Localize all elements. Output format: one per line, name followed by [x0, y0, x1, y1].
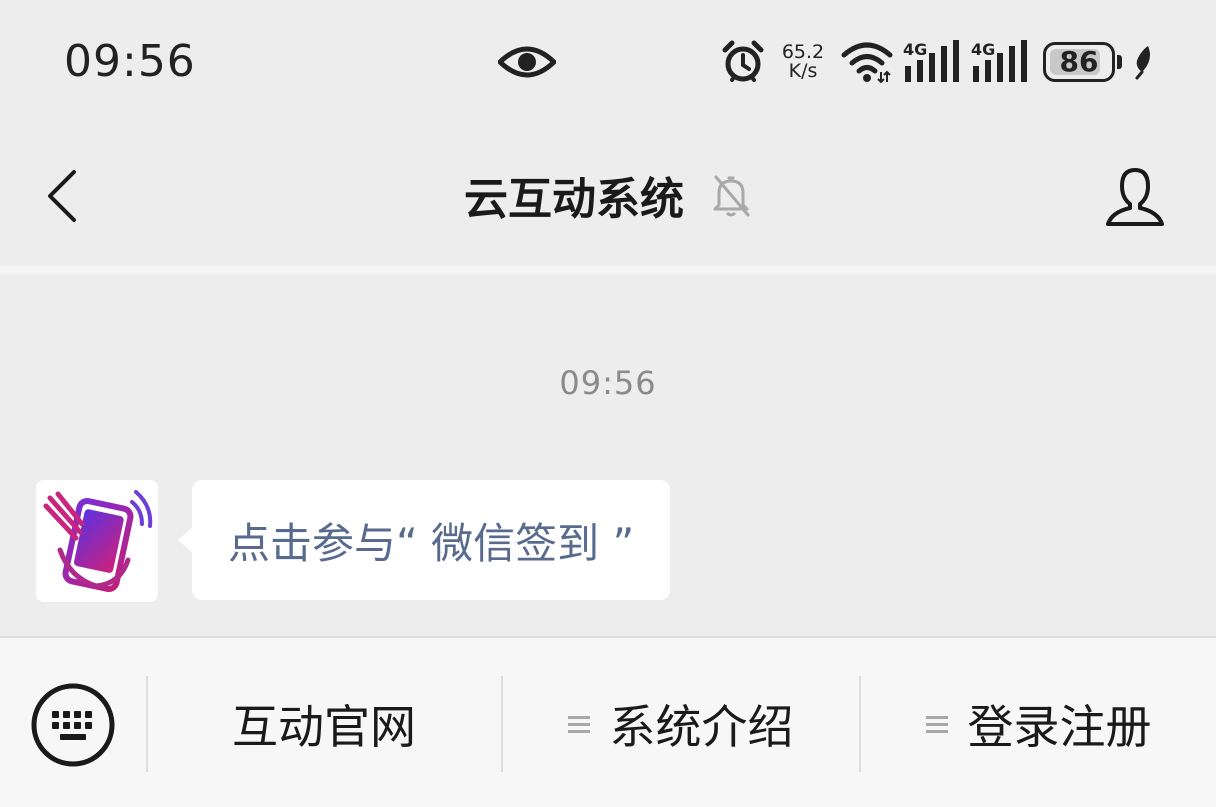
- battery-level: 86: [1059, 45, 1099, 78]
- status-icons: 65.2 K/s 4G 4G 86: [711, 36, 1154, 88]
- bottom-menu-bar: 互动官网 系统介绍 登录注册: [0, 636, 1216, 807]
- status-time: 09:56: [64, 36, 196, 87]
- chat-title: 云互动系统: [464, 174, 684, 225]
- mute-bell-icon: [713, 175, 750, 217]
- nav-title-group: 云互动系统: [0, 163, 1216, 227]
- message-bubble: 点击参与“ 微信签到 ”: [177, 480, 671, 600]
- battery-nub: [1117, 55, 1122, 69]
- status-bar: 09:56 65.2 K/s 4G 4G 86: [0, 0, 1216, 128]
- message-timestamp: 09:56: [559, 364, 657, 402]
- menu-item-intro[interactable]: 系统介绍: [503, 676, 858, 772]
- cellular-signal-icon-2: 4G: [971, 40, 1027, 82]
- wifi-icon: [841, 42, 893, 84]
- menu-item-website-label: 互动官网: [232, 700, 416, 754]
- cellular-signal-icon: 4G: [903, 40, 959, 82]
- eye-icon: [498, 46, 556, 78]
- alarm-icon: [722, 40, 764, 82]
- menu-item-login-label: 登录注册: [967, 700, 1152, 754]
- official-account-avatar[interactable]: [36, 480, 158, 602]
- menu-item-intro-label: 系统介绍: [609, 700, 794, 754]
- chat-screen: 09:56 65.2 K/s 4G 4G 86 云互动系统 09:56 点击参与…: [0, 0, 1216, 807]
- submenu-lines-icon: [567, 716, 590, 733]
- nav-bar: 云互动系统: [0, 128, 1216, 266]
- menu-item-login[interactable]: 登录注册: [861, 676, 1216, 772]
- network-speed-unit: K/s: [788, 60, 818, 82]
- network-speed: 65.2 K/s: [775, 43, 831, 81]
- nav-divider: [0, 266, 1216, 274]
- signal-label-2: 4G: [971, 40, 995, 59]
- keyboard-icon[interactable]: [30, 682, 116, 768]
- menu-item-website[interactable]: 互动官网: [148, 676, 500, 772]
- signal-label-1: 4G: [903, 40, 927, 59]
- phone-wave-icon: [43, 490, 153, 593]
- profile-icon[interactable]: [1102, 164, 1168, 230]
- battery-indicator: 86: [1043, 42, 1115, 82]
- wechat-checkin-link[interactable]: 点击参与“ 微信签到 ”: [228, 510, 634, 571]
- leaf-icon: [1135, 46, 1150, 80]
- submenu-lines-icon: [925, 716, 948, 733]
